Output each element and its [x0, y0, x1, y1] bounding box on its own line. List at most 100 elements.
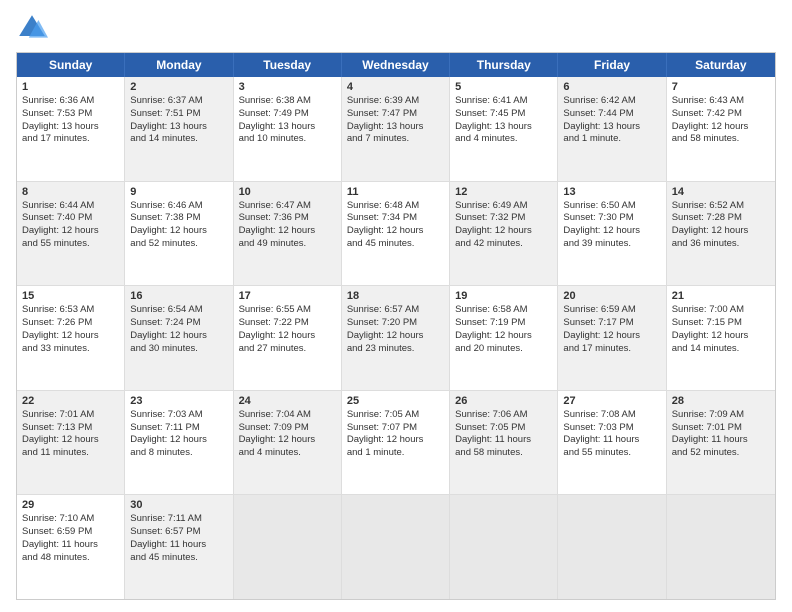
- day-number: 24: [239, 395, 336, 407]
- cell-info-line: Sunset: 7:45 PM: [455, 108, 552, 121]
- day-number: 12: [455, 186, 552, 198]
- day-number: 23: [130, 395, 227, 407]
- cell-info-line: and 1 minute.: [347, 447, 444, 460]
- day-header-friday: Friday: [558, 53, 666, 77]
- cell-info-line: Sunrise: 6:37 AM: [130, 95, 227, 108]
- cell-info-line: and 10 minutes.: [239, 133, 336, 146]
- cell-info-line: Sunset: 7:44 PM: [563, 108, 660, 121]
- cell-info-line: Sunset: 7:36 PM: [239, 212, 336, 225]
- day-cell-24: 24Sunrise: 7:04 AMSunset: 7:09 PMDayligh…: [234, 391, 342, 495]
- day-number: 25: [347, 395, 444, 407]
- cell-info-line: Sunset: 7:42 PM: [672, 108, 770, 121]
- cell-info-line: and 4 minutes.: [455, 133, 552, 146]
- cell-info-line: Sunrise: 6:36 AM: [22, 95, 119, 108]
- cell-info-line: and 42 minutes.: [455, 238, 552, 251]
- cell-info-line: Sunset: 7:38 PM: [130, 212, 227, 225]
- cell-info-line: Sunrise: 6:42 AM: [563, 95, 660, 108]
- cell-info-line: Daylight: 13 hours: [22, 121, 119, 134]
- day-cell-empty: [342, 495, 450, 599]
- day-cell-26: 26Sunrise: 7:06 AMSunset: 7:05 PMDayligh…: [450, 391, 558, 495]
- cell-info-line: Sunrise: 6:54 AM: [130, 304, 227, 317]
- cell-info-line: Sunset: 7:11 PM: [130, 422, 227, 435]
- cell-info-line: Sunset: 7:51 PM: [130, 108, 227, 121]
- cell-info-line: Sunset: 7:17 PM: [563, 317, 660, 330]
- cell-info-line: Sunset: 7:22 PM: [239, 317, 336, 330]
- day-cell-14: 14Sunrise: 6:52 AMSunset: 7:28 PMDayligh…: [667, 182, 775, 286]
- cell-info-line: and 14 minutes.: [672, 343, 770, 356]
- day-cell-21: 21Sunrise: 7:00 AMSunset: 7:15 PMDayligh…: [667, 286, 775, 390]
- cell-info-line: and 39 minutes.: [563, 238, 660, 251]
- cell-info-line: and 20 minutes.: [455, 343, 552, 356]
- cell-info-line: Daylight: 11 hours: [455, 434, 552, 447]
- cell-info-line: Sunset: 7:19 PM: [455, 317, 552, 330]
- cell-info-line: and 55 minutes.: [22, 238, 119, 251]
- cell-info-line: and 7 minutes.: [347, 133, 444, 146]
- cell-info-line: Sunset: 7:09 PM: [239, 422, 336, 435]
- cell-info-line: Sunset: 6:59 PM: [22, 526, 119, 539]
- cell-info-line: Sunrise: 6:55 AM: [239, 304, 336, 317]
- day-header-wednesday: Wednesday: [342, 53, 450, 77]
- day-number: 5: [455, 81, 552, 93]
- cell-info-line: Sunset: 6:57 PM: [130, 526, 227, 539]
- cell-info-line: Daylight: 13 hours: [347, 121, 444, 134]
- cell-info-line: Sunrise: 7:06 AM: [455, 409, 552, 422]
- cell-info-line: Daylight: 12 hours: [672, 330, 770, 343]
- day-cell-6: 6 Sunrise: 6:42 AMSunset: 7:44 PMDaylight…: [558, 77, 666, 181]
- day-cell-23: 23Sunrise: 7:03 AMSunset: 7:11 PMDayligh…: [125, 391, 233, 495]
- calendar-week-3: 15Sunrise: 6:53 AMSunset: 7:26 PMDayligh…: [17, 285, 775, 390]
- day-cell-1: 1Sunrise: 6:36 AMSunset: 7:53 PMDaylight…: [17, 77, 125, 181]
- logo: [16, 12, 52, 44]
- day-number: 8: [22, 186, 119, 198]
- cell-info-line: Sunset: 7:15 PM: [672, 317, 770, 330]
- day-number: 27: [563, 395, 660, 407]
- day-number: 11: [347, 186, 444, 198]
- cell-info-line: Sunset: 7:03 PM: [563, 422, 660, 435]
- day-cell-empty: [234, 495, 342, 599]
- cell-info-line: and 4 minutes.: [239, 447, 336, 460]
- cell-info-line: Sunrise: 6:44 AM: [22, 200, 119, 213]
- cell-info-line: Sunrise: 6:43 AM: [672, 95, 770, 108]
- cell-info-line: and 14 minutes.: [130, 133, 227, 146]
- day-cell-28: 28Sunrise: 7:09 AMSunset: 7:01 PMDayligh…: [667, 391, 775, 495]
- day-number: 3: [239, 81, 336, 93]
- calendar-header: SundayMondayTuesdayWednesdayThursdayFrid…: [17, 53, 775, 77]
- cell-info-line: Sunrise: 6:38 AM: [239, 95, 336, 108]
- day-cell-empty: [558, 495, 666, 599]
- cell-info-line: Sunrise: 6:57 AM: [347, 304, 444, 317]
- cell-info-line: and 45 minutes.: [347, 238, 444, 251]
- cell-info-line: Daylight: 11 hours: [130, 539, 227, 552]
- day-number: 7: [672, 81, 770, 93]
- cell-info-line: Sunset: 7:49 PM: [239, 108, 336, 121]
- cell-info-line: Sunrise: 6:48 AM: [347, 200, 444, 213]
- cell-info-line: and 58 minutes.: [455, 447, 552, 460]
- day-number: 15: [22, 290, 119, 302]
- cell-info-line: and 45 minutes.: [130, 552, 227, 565]
- cell-info-line: Daylight: 11 hours: [22, 539, 119, 552]
- day-cell-9: 9Sunrise: 6:46 AMSunset: 7:38 PMDaylight…: [125, 182, 233, 286]
- cell-info-line: Sunrise: 7:10 AM: [22, 513, 119, 526]
- day-cell-27: 27Sunrise: 7:08 AMSunset: 7:03 PMDayligh…: [558, 391, 666, 495]
- cell-info-line: Daylight: 12 hours: [130, 330, 227, 343]
- cell-info-line: and 36 minutes.: [672, 238, 770, 251]
- day-number: 10: [239, 186, 336, 198]
- cell-info-line: and 49 minutes.: [239, 238, 336, 251]
- day-number: 6: [563, 81, 660, 93]
- cell-info-line: Sunrise: 6:41 AM: [455, 95, 552, 108]
- cell-info-line: Daylight: 12 hours: [347, 434, 444, 447]
- cell-info-line: Sunrise: 6:47 AM: [239, 200, 336, 213]
- cell-info-line: and 33 minutes.: [22, 343, 119, 356]
- day-number: 26: [455, 395, 552, 407]
- cell-info-line: Daylight: 12 hours: [130, 434, 227, 447]
- cell-info-line: Sunrise: 6:49 AM: [455, 200, 552, 213]
- day-number: 9: [130, 186, 227, 198]
- cell-info-line: Sunset: 7:20 PM: [347, 317, 444, 330]
- day-header-tuesday: Tuesday: [234, 53, 342, 77]
- day-cell-12: 12Sunrise: 6:49 AMSunset: 7:32 PMDayligh…: [450, 182, 558, 286]
- day-header-sunday: Sunday: [17, 53, 125, 77]
- cell-info-line: Sunrise: 7:11 AM: [130, 513, 227, 526]
- cell-info-line: and 11 minutes.: [22, 447, 119, 460]
- day-cell-empty: [667, 495, 775, 599]
- page: SundayMondayTuesdayWednesdayThursdayFrid…: [0, 0, 792, 612]
- cell-info-line: Sunset: 7:13 PM: [22, 422, 119, 435]
- cell-info-line: Daylight: 13 hours: [563, 121, 660, 134]
